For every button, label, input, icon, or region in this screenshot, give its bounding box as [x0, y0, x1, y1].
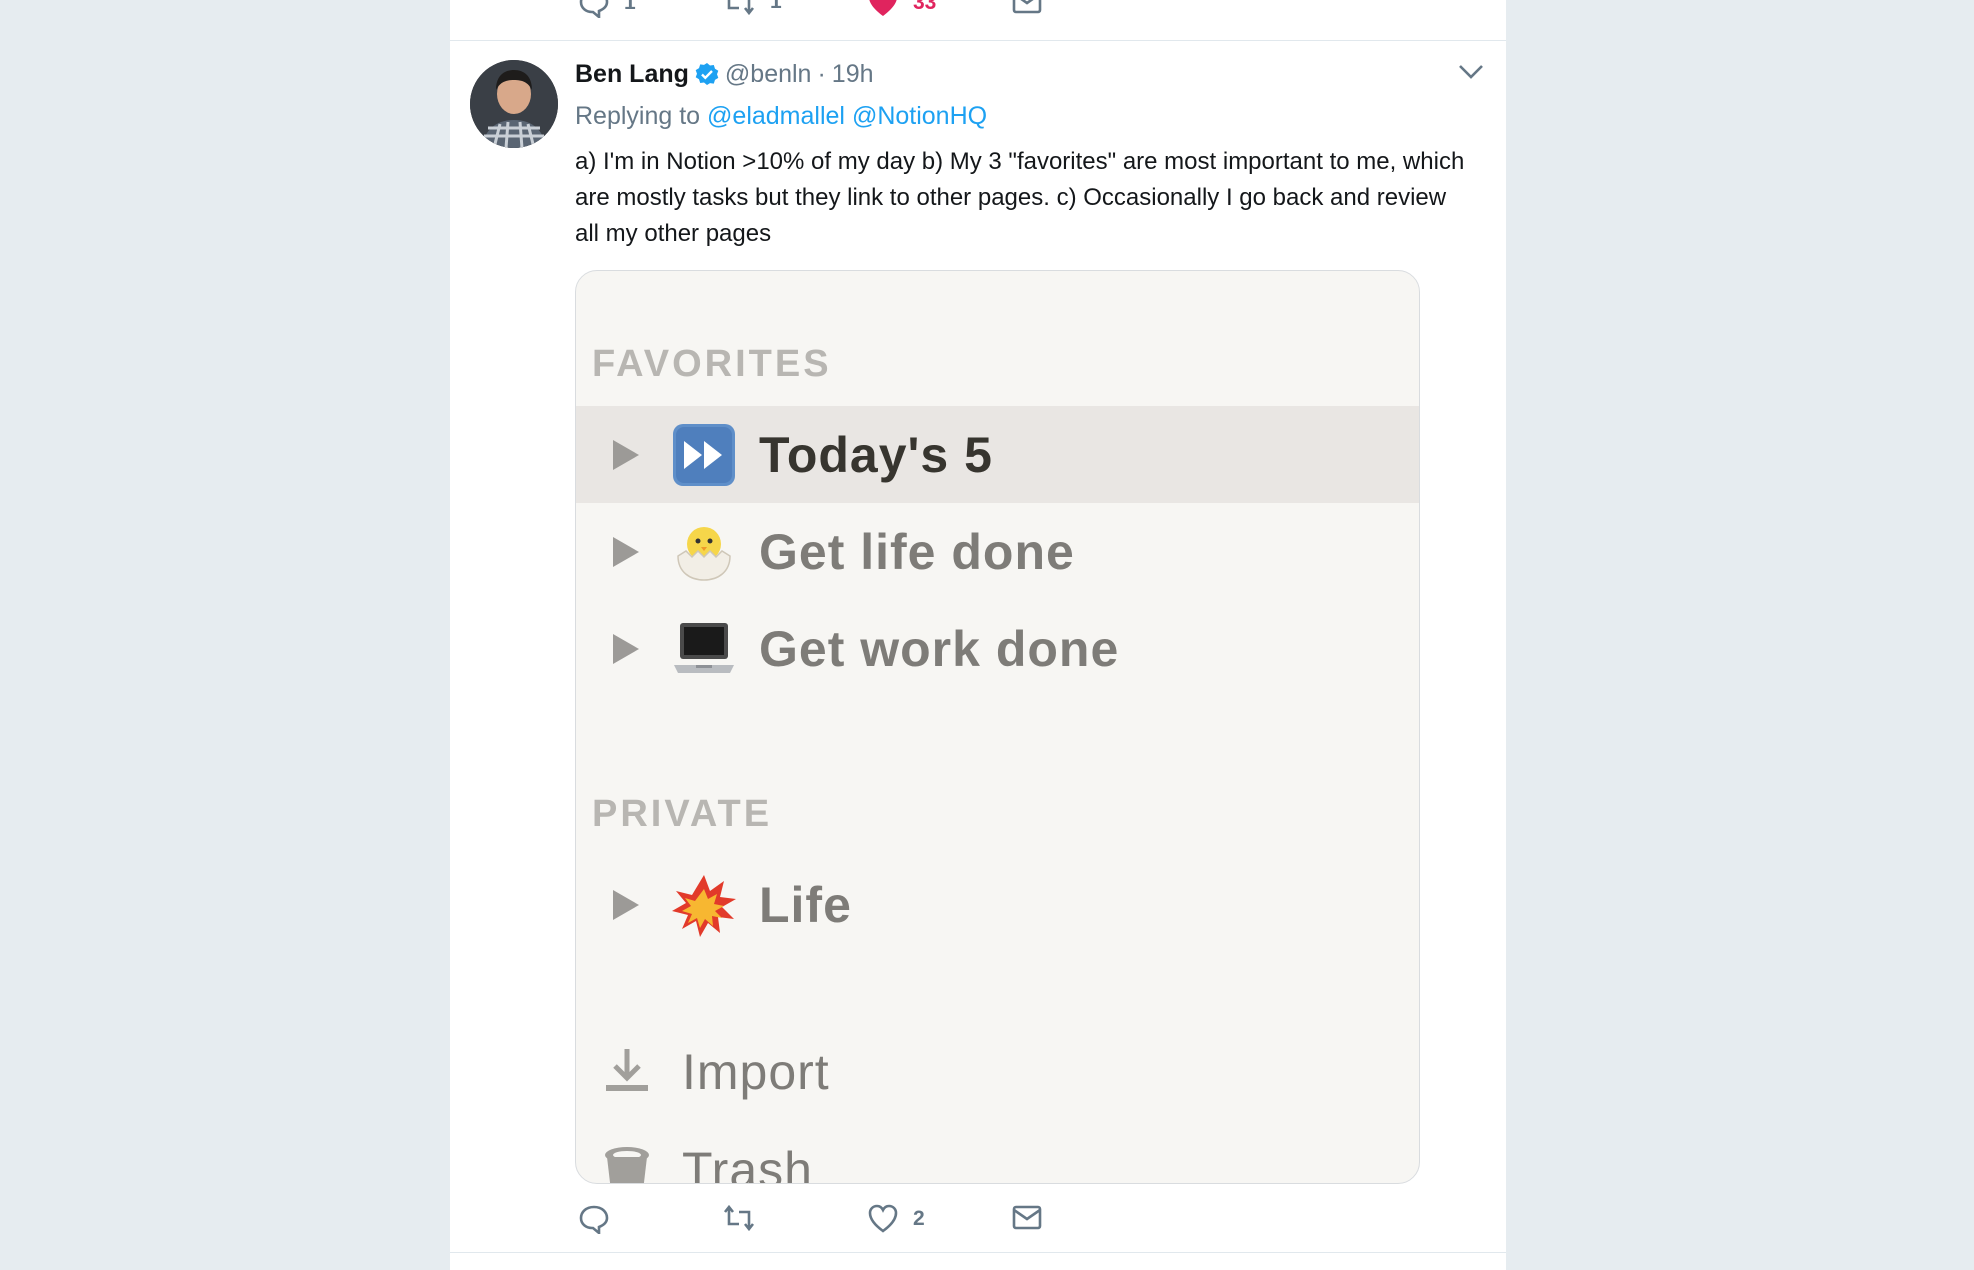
retweet-action[interactable]	[722, 1204, 756, 1232]
envelope-icon	[1012, 1204, 1042, 1232]
hatching-chick-icon	[672, 520, 736, 584]
reply-icon	[578, 0, 610, 18]
collision-icon	[672, 873, 736, 937]
reply-count: 1	[624, 0, 636, 14]
like-count: 33	[913, 0, 937, 14]
replying-to: Replying to @eladmallel @NotionHQ	[575, 102, 987, 131]
expand-triangle-icon	[613, 439, 639, 470]
reply-action[interactable]	[578, 1204, 610, 1234]
favorite-item-todays-5: Today's 5	[576, 406, 1419, 503]
mention-eladmallel[interactable]: @eladmallel	[707, 102, 845, 130]
download-icon	[602, 1045, 652, 1100]
tweet-actions: 2	[575, 1204, 1375, 1240]
favorite-label: Get life done	[759, 523, 1075, 580]
expand-triangle-icon	[613, 536, 639, 567]
avatar[interactable]	[470, 60, 558, 148]
heart-icon	[867, 1204, 899, 1234]
fast-forward-icon	[672, 423, 736, 487]
import-item: Import	[602, 1043, 830, 1101]
expand-triangle-icon	[613, 633, 639, 664]
tweet-header: Ben Lang @benln · 19h	[575, 58, 874, 89]
retweet-count: 1	[770, 0, 782, 13]
like-action[interactable]: 33	[867, 0, 936, 18]
private-label: Life	[759, 876, 852, 933]
retweet-icon	[722, 1204, 756, 1232]
favorite-label: Today's 5	[759, 426, 993, 483]
trash-item: Trash	[602, 1141, 813, 1184]
heart-filled-icon	[867, 0, 899, 18]
separator: ·	[817, 60, 826, 88]
author-handle[interactable]: @benln	[725, 60, 812, 89]
reply-action[interactable]: 1	[578, 0, 636, 18]
laptop-icon	[672, 617, 736, 681]
trash-icon	[602, 1143, 652, 1183]
direct-message-action[interactable]	[1012, 1204, 1042, 1232]
author-name[interactable]: Ben Lang	[575, 60, 689, 89]
favorite-label: Get work done	[759, 620, 1120, 677]
retweet-icon	[722, 0, 756, 16]
previous-tweet-actions: 1 1 33	[450, 0, 1506, 41]
replying-prefix: Replying to	[575, 102, 701, 130]
private-header: PRIVATE	[592, 793, 773, 835]
private-item-life: Life	[576, 856, 1419, 953]
tweet-text: a) I'm in Notion >10% of my day b) My 3 …	[575, 148, 1465, 247]
verified-badge-icon	[695, 62, 719, 86]
favorite-item-get-work-done: Get work done	[576, 600, 1419, 697]
import-label: Import	[682, 1044, 830, 1100]
timeline: 1 1 33 Ben Lang @benln · 19h Replying to…	[450, 0, 1506, 1270]
envelope-icon	[1012, 0, 1042, 16]
retweet-action[interactable]: 1	[722, 0, 782, 16]
direct-message-action[interactable]	[1012, 0, 1042, 16]
expand-triangle-icon	[613, 889, 639, 920]
chevron-down-icon[interactable]	[1458, 64, 1484, 85]
mention-notionhq[interactable]: @NotionHQ	[852, 102, 987, 130]
like-count: 2	[913, 1207, 925, 1230]
tweet-media-notion-sidebar[interactable]: FAVORITES Today's 5 Get life done Get wo…	[575, 270, 1420, 1184]
favorite-item-get-life-done: Get life done	[576, 503, 1419, 600]
like-action[interactable]: 2	[867, 1204, 925, 1234]
trash-label: Trash	[682, 1142, 813, 1184]
reply-icon	[578, 1204, 610, 1234]
tweet-divider	[450, 1252, 1506, 1253]
favorites-header: FAVORITES	[592, 343, 832, 385]
tweet-time[interactable]: 19h	[832, 60, 874, 89]
